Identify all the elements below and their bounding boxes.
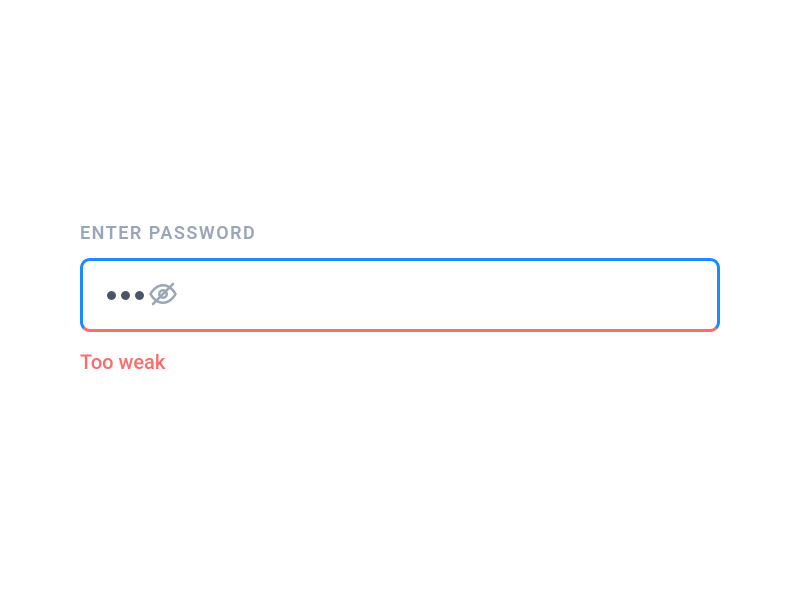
password-field-container: ENTER PASSWORD Too weak — [80, 223, 720, 374]
eye-off-icon — [148, 279, 178, 312]
toggle-password-visibility-button[interactable] — [144, 275, 182, 316]
password-dot — [121, 291, 130, 300]
password-input-wrapper[interactable] — [80, 258, 720, 332]
password-dot — [135, 291, 144, 300]
password-dot — [107, 291, 116, 300]
password-input[interactable] — [107, 291, 144, 300]
password-label: ENTER PASSWORD — [80, 223, 720, 244]
password-strength-message: Too weak — [80, 350, 720, 374]
